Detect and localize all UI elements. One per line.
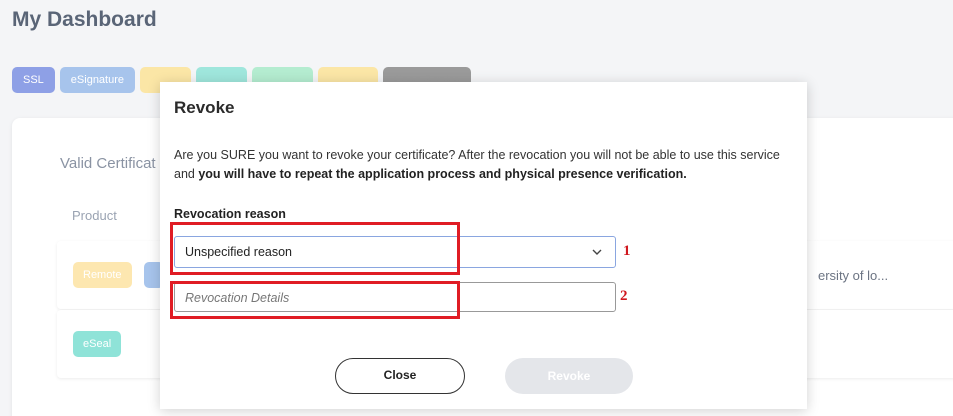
annotation-label-1: 1 [623,243,631,259]
close-button[interactable]: Close [335,358,465,394]
modal-title: Revoke [174,98,235,117]
page-title: My Dashboard [12,8,157,31]
organization-cell: ersity of lo... [818,268,889,283]
tab-ssl[interactable]: SSL [12,67,55,93]
tab-esignature[interactable]: eSignature [59,67,136,93]
section-title: Valid Certificat [60,155,156,172]
chevron-down-icon [592,249,602,255]
revocation-reason-label: Revocation reason [174,207,286,221]
product-badge-eseal: eSeal [73,331,122,357]
product-badge-remote: Remote [73,262,132,288]
annotation-box-1 [170,222,460,275]
column-header-product: Product [72,208,117,223]
revoke-button[interactable]: Revoke [505,358,633,394]
annotation-label-2: 2 [620,288,628,304]
annotation-box-2 [170,281,460,319]
warning-text-bold: you will have to repeat the application … [198,167,687,181]
modal-warning-text: Are you SURE you want to revoke your cer… [174,146,784,184]
